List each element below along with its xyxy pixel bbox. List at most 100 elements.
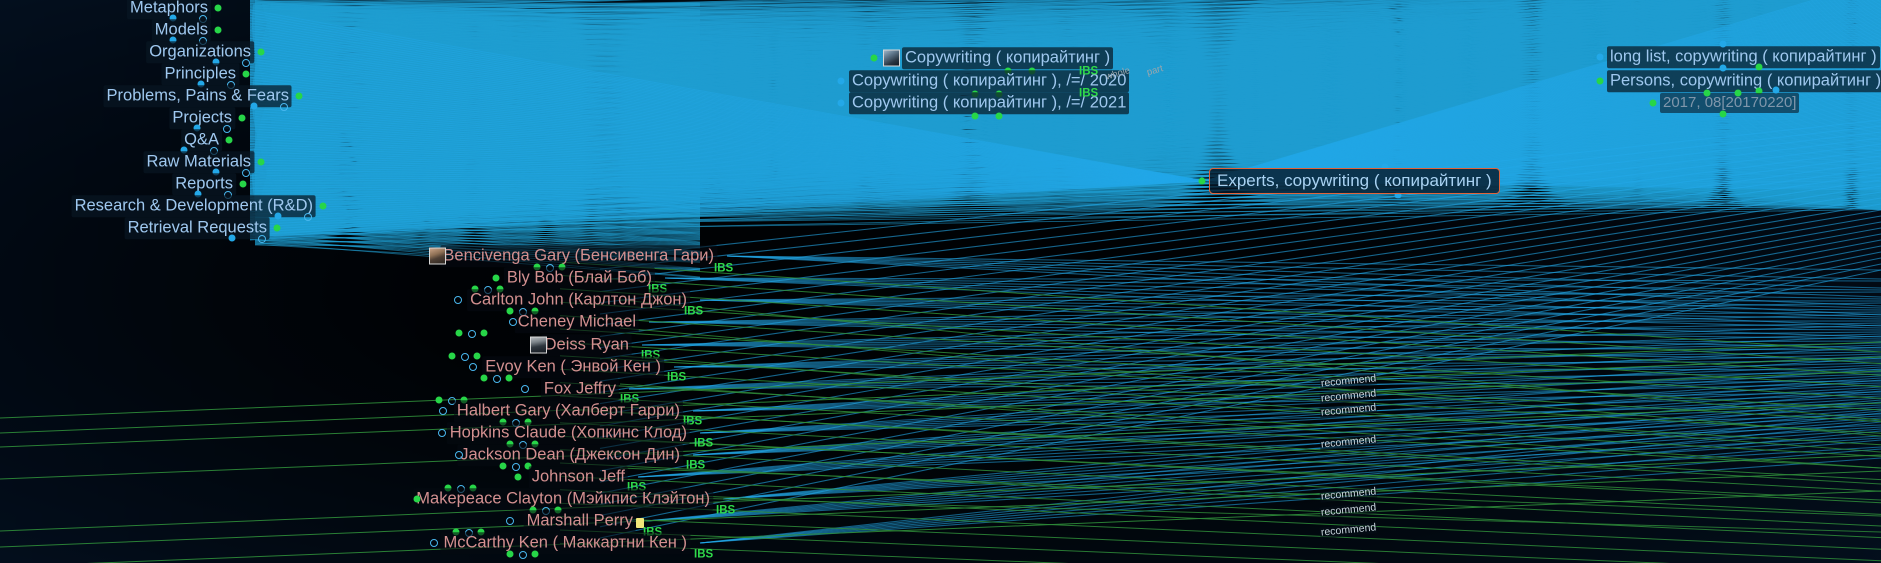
person-node-dot [492, 274, 500, 282]
person-node-dot [455, 451, 464, 459]
person-sub-dot [435, 396, 443, 404]
category-node-dot [238, 114, 246, 122]
recommend-edge-label: recommend [1319, 501, 1378, 519]
recommend-edge-label: recommend [1319, 372, 1378, 390]
thumbnail-image [531, 337, 546, 353]
person-hollow-dot [519, 551, 527, 559]
person-label[interactable]: Bly Bob (Блай Боб) [503, 267, 655, 289]
person-node-dot [413, 495, 420, 503]
cyan-edge-bundle [249, 0, 1881, 279]
edge-type-label: IBS [1079, 87, 1099, 100]
person-node-dot [514, 473, 522, 481]
category-node-dot [257, 48, 265, 56]
category-hollow-dot [280, 103, 288, 111]
topic-sub-dot [1719, 110, 1727, 118]
edge-type-label: IBS [1079, 65, 1099, 78]
person-label[interactable]: Halbert Gary (Халберт Гарри) [453, 400, 683, 422]
topic-anchor-dot [1719, 40, 1727, 48]
edge-type-label: IBS [684, 305, 704, 318]
person-node-dot [439, 407, 448, 415]
person-label[interactable]: Fox Jeffry [540, 378, 619, 400]
highlight-marker [636, 518, 644, 528]
topic-label[interactable]: long list, copywriting ( копирайтинг ) [1607, 46, 1880, 68]
category-node-dot [257, 158, 265, 166]
category-hollow-dot [223, 125, 231, 133]
person-label[interactable]: Marshall Perry [523, 510, 636, 532]
edge-type-label: IBS [694, 548, 714, 561]
topic-sub-dot [995, 112, 1003, 120]
person-sub-dot [531, 550, 539, 558]
topic-anchor-dot [1772, 86, 1780, 94]
category-node-dot [225, 136, 233, 144]
category-hollow-dot [242, 169, 250, 177]
category-label[interactable]: Organizations [146, 41, 254, 63]
selected-node-dot [1198, 177, 1206, 185]
person-sub-dot [506, 550, 514, 558]
edge-type-label: IBS [686, 459, 706, 472]
edge-type-label: IBS [714, 262, 734, 275]
person-label[interactable]: Carlton John (Карлтон Джон) [467, 289, 690, 311]
recommend-edge-label: recommend [1319, 485, 1378, 503]
topic-node-dot [837, 99, 845, 107]
person-label[interactable]: Deiss Ryan [541, 334, 632, 356]
topic-sub-dot [1734, 89, 1742, 97]
recommend-edge-label: recommend [1319, 433, 1378, 451]
date-label[interactable]: 2017, 08[20170220] [1660, 93, 1800, 113]
category-child-dot [274, 212, 282, 220]
category-hollow-dot [304, 213, 312, 221]
topic-thumbnail [883, 49, 900, 67]
category-child-dot [250, 102, 258, 110]
topic-node-dot [1596, 53, 1604, 61]
person-label[interactable]: Johnson Jeff [528, 466, 628, 488]
category-label[interactable]: Problems, Pains & Fears [103, 85, 292, 107]
recommend-edge-label: recommend [1319, 401, 1378, 419]
category-node-dot [214, 26, 222, 34]
person-sub-dot [499, 462, 507, 470]
edge-type-label: IBS [716, 504, 736, 517]
topic-node-dot [870, 54, 878, 62]
topic-label[interactable]: Persons, copywriting ( копирайтинг ) [1607, 70, 1881, 92]
person-label[interactable]: Makepeace Clayton (Мэйкпис Клэйтон) [413, 488, 713, 510]
topic-node-dot [837, 77, 845, 85]
topic-node-dot [1649, 99, 1657, 107]
person-sub-dot [506, 307, 514, 315]
person-node-dot [468, 363, 477, 371]
category-node-dot [239, 180, 247, 188]
graph-canvas[interactable]: Metaphors Models Organizations Principles Pr… [0, 0, 1881, 563]
person-sub-dot [448, 352, 456, 360]
person-sub-dot [480, 329, 488, 337]
category-node-dot [295, 92, 303, 100]
person-sub-dot [505, 374, 513, 382]
topic-sub-dot [971, 112, 979, 120]
person-label[interactable]: Cheney Michael [514, 311, 639, 333]
green-edge-fan [0, 261, 1881, 563]
topic-sub-dot [1703, 89, 1711, 97]
person-label[interactable]: Jackson Dean (Джексон Дин) [457, 444, 683, 466]
category-node-dot [319, 202, 327, 210]
person-node-dot [508, 318, 517, 326]
category-hollow-dot [258, 235, 266, 243]
person-node-dot [430, 539, 438, 547]
category-node-dot [214, 4, 222, 12]
person-hollow-dot [461, 353, 469, 361]
person-label[interactable]: McCarthy Ken ( Маккартни Кен ) [440, 532, 690, 554]
topic-anchor-dot [1719, 64, 1727, 72]
category-label[interactable]: Retrieval Requests [124, 217, 270, 239]
person-hollow-dot [512, 463, 520, 471]
person-sub-dot [480, 374, 488, 382]
person-hollow-dot [493, 375, 501, 383]
person-node-dot [454, 296, 463, 304]
edge-type-label: IBS [667, 371, 687, 384]
person-label[interactable]: Hopkins Claude (Хопкинс Клод) [446, 422, 690, 444]
relation-label: part [1145, 63, 1165, 79]
person-thumbnail [428, 247, 446, 265]
category-hollow-dot [242, 59, 250, 67]
person-hollow-dot [468, 330, 476, 338]
category-node-dot [242, 70, 250, 78]
selected-node-label[interactable]: Experts, copywriting ( копирайтинг ) [1209, 168, 1500, 194]
thumbnail-image [884, 50, 899, 66]
person-node-dot [505, 517, 514, 525]
person-label[interactable]: Bencivenga Gary (Бенсивенга Гари) [440, 245, 717, 267]
category-label[interactable]: Raw Materials [143, 151, 254, 173]
thumbnail-image [429, 248, 445, 264]
